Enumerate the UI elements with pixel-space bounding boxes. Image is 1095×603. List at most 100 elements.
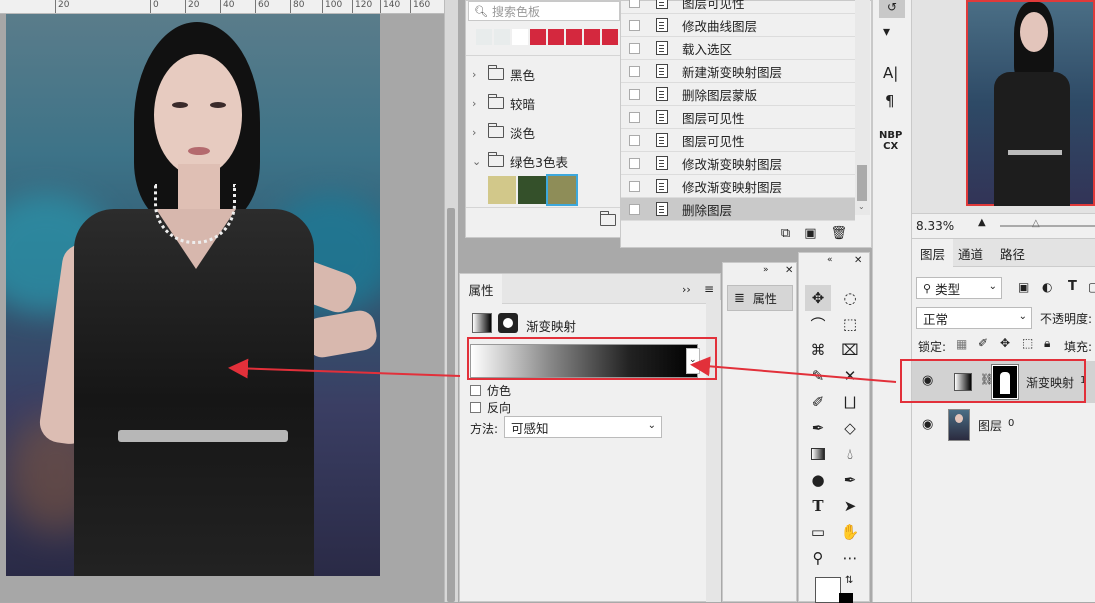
swatch-chip[interactable] (512, 29, 528, 45)
blur-tool-icon[interactable]: 💧︎ (837, 441, 863, 467)
lasso-tool-icon[interactable]: ⌒ (805, 311, 831, 337)
swatch-chip[interactable] (566, 29, 582, 45)
history-item[interactable]: 修改曲线图层 (621, 14, 855, 37)
new-group-folder-icon[interactable] (599, 211, 616, 226)
collapse-icon[interactable]: » (763, 265, 769, 275)
history-source-checkbox[interactable] (629, 111, 640, 123)
tab-channels[interactable]: 通道 (950, 239, 991, 267)
history-source-checkbox[interactable] (629, 0, 640, 8)
blend-mode-select[interactable]: 正常 ⌄ (916, 307, 1032, 329)
scrollbar-thumb[interactable] (447, 208, 455, 602)
close-icon[interactable]: ✕ (854, 255, 862, 266)
history-source-checkbox[interactable] (629, 134, 640, 146)
character-icon[interactable]: A| (883, 64, 898, 82)
history-item[interactable]: 删除图层蒙版 (621, 83, 855, 106)
swatch-chip[interactable] (518, 176, 546, 204)
eraser-icon[interactable]: ◇ (837, 415, 863, 441)
swap-colors-icon[interactable]: ⇅ (845, 575, 853, 586)
swatch-folder-black[interactable]: › 黑色 (472, 61, 535, 87)
path-select-icon[interactable]: ➤ (837, 493, 863, 519)
swatch-folder-darker[interactable]: › 较暗 (472, 90, 535, 116)
layer-row-photo[interactable]: ◉ 图层 0 (912, 405, 1095, 445)
history-item[interactable]: 图层可见性 (621, 129, 855, 152)
layer-name[interactable]: 图层 (978, 417, 1002, 434)
zoom-tool-icon[interactable]: ⚲ (805, 545, 831, 571)
swatch-folder-green[interactable]: ⌄ 绿色3色表 (472, 148, 568, 174)
history-item[interactable]: 图层可见性 (621, 0, 855, 14)
swatch-chip[interactable] (584, 29, 600, 45)
double-chevron-icon[interactable]: ›› (682, 283, 691, 296)
reverse-checkbox[interactable] (470, 402, 481, 413)
history-panel-icon[interactable]: ↺ (879, 0, 905, 18)
more-tools-icon[interactable]: ⋯ (837, 545, 863, 571)
swatch-search-input[interactable]: 🔍︎ 搜索色板 (468, 1, 620, 21)
camera-icon[interactable]: ▣ (804, 226, 816, 241)
history-scrollbar[interactable]: ⌄ (855, 0, 870, 215)
tab-paths[interactable]: 路径 (992, 239, 1033, 267)
photo-woman-in-black-dress[interactable] (6, 14, 380, 576)
foreground-color-swatch[interactable] (815, 577, 841, 603)
lock-artboard-icon[interactable]: ⬚ (1022, 336, 1033, 350)
zoom-slider[interactable] (1000, 225, 1095, 227)
history-item[interactable]: 修改渐变映射图层 (621, 152, 855, 175)
trash-icon[interactable]: 🗑︎ (830, 226, 847, 241)
history-source-checkbox[interactable] (629, 157, 640, 169)
swatch-chip[interactable] (494, 29, 510, 45)
swatch-chip-selected[interactable] (546, 174, 578, 206)
pen-tool-icon[interactable]: ✒ (837, 467, 863, 493)
brush-tool-icon[interactable]: ✐ (805, 389, 831, 415)
eyedropper-icon[interactable]: ✎ (805, 363, 831, 389)
swatch-chip[interactable] (488, 176, 516, 204)
navigator-preview[interactable] (966, 0, 1095, 206)
filter-type-icon[interactable]: T (1068, 279, 1077, 294)
history-source-checkbox[interactable] (629, 203, 640, 215)
frame-tool-icon[interactable]: ⌧ (837, 337, 863, 363)
method-select[interactable]: 可感知 ⌄ (504, 416, 662, 438)
elliptical-marquee-icon[interactable]: ◌ (837, 285, 863, 311)
dither-checkbox-row[interactable]: 仿色 (470, 382, 511, 399)
history-item[interactable]: 新建渐变映射图层 (621, 60, 855, 83)
lock-pixels-icon[interactable]: ✐ (978, 336, 988, 350)
filter-image-icon[interactable]: ▣ (1018, 280, 1029, 294)
swatch-chip[interactable] (548, 29, 564, 45)
hand-tool-icon[interactable]: ✋ (837, 519, 863, 545)
rectangle-tool-icon[interactable]: ▭ (805, 519, 831, 545)
zoom-value[interactable]: 8.33% (916, 219, 954, 233)
close-icon[interactable]: ✕ (785, 265, 793, 276)
type-tool-icon[interactable]: T (805, 493, 831, 519)
comments-icon[interactable]: ▾ (883, 24, 890, 40)
reverse-checkbox-row[interactable]: 反向 (470, 399, 511, 416)
layer-filter-select[interactable]: ⚲ 类型 ⌄ (916, 277, 1002, 299)
tab-layers[interactable]: 图层 (912, 239, 954, 267)
nbp-plugin-icon[interactable]: NBP CX (879, 130, 902, 152)
properties-dock-button[interactable]: ≣ 属性 (727, 285, 793, 311)
zoom-out-icon[interactable]: ▲ (978, 217, 986, 228)
panel-menu-icon[interactable]: ≡ (704, 282, 714, 296)
swatch-folder-light[interactable]: › 淡色 (472, 119, 535, 145)
history-source-checkbox[interactable] (629, 42, 640, 54)
eye-icon[interactable]: ◉ (922, 417, 933, 432)
filter-shape-icon[interactable]: ▢ (1088, 280, 1095, 294)
history-item[interactable]: 删除图层 (621, 198, 855, 221)
history-item[interactable]: 修改渐变映射图层 (621, 175, 855, 198)
collapse-icon[interactable]: « (827, 255, 833, 265)
dodge-tool-icon[interactable]: ● (805, 467, 831, 493)
lock-position-icon[interactable]: ✥ (1000, 336, 1010, 350)
history-source-checkbox[interactable] (629, 65, 640, 77)
gradient-tool-icon[interactable] (805, 441, 831, 467)
document-canvas[interactable] (0, 14, 444, 602)
dither-checkbox[interactable] (470, 385, 481, 396)
history-brush-icon[interactable]: ✒ (805, 415, 831, 441)
object-select-icon[interactable]: ⬚ (837, 311, 863, 337)
history-source-checkbox[interactable] (629, 180, 640, 192)
swatch-chip[interactable] (530, 29, 546, 45)
mask-icon[interactable] (498, 313, 518, 333)
healing-brush-icon[interactable]: ✕ (837, 363, 863, 389)
history-item[interactable]: 图层可见性 (621, 106, 855, 129)
crop-tool-icon[interactable]: ⌘ (805, 337, 831, 363)
new-document-from-state-icon[interactable]: ⧉ (781, 226, 790, 241)
clone-stamp-icon[interactable]: ⨆ (837, 389, 863, 415)
history-source-checkbox[interactable] (629, 88, 640, 100)
history-item[interactable]: 载入选区 (621, 37, 855, 60)
history-source-checkbox[interactable] (629, 19, 640, 31)
